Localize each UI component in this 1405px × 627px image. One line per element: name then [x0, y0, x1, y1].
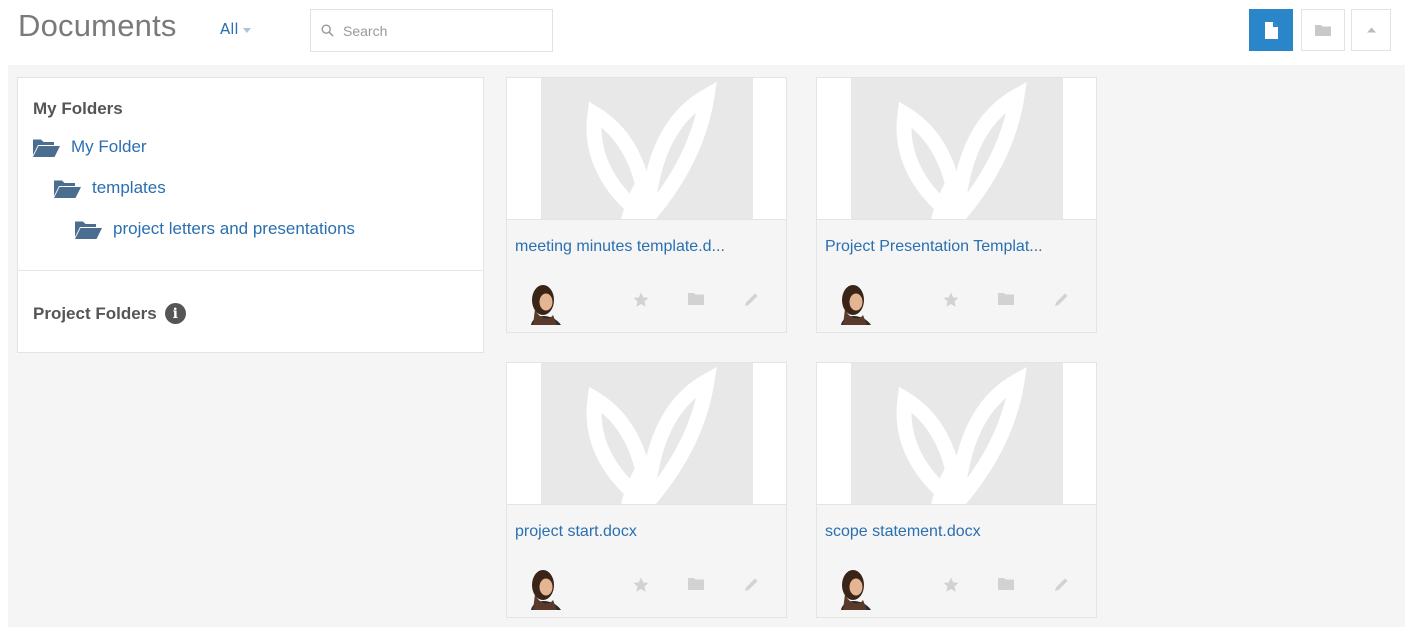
document-card[interactable]: Project Presentation Templat... — [816, 77, 1097, 333]
project-folders-label: Project Folders — [33, 303, 157, 323]
pencil-icon[interactable] — [1053, 577, 1069, 593]
document-thumbnail[interactable] — [507, 363, 786, 505]
open-folder-icon — [75, 221, 102, 239]
document-icon — [1265, 21, 1278, 39]
search-box[interactable] — [310, 9, 553, 52]
pencil-icon[interactable] — [743, 577, 759, 593]
folder-item-project-letters[interactable]: project letters and presentations — [75, 219, 355, 239]
pencil-icon[interactable] — [1053, 292, 1069, 308]
folder-item-templates[interactable]: templates — [54, 178, 166, 198]
folder-icon[interactable] — [688, 292, 704, 305]
avatar — [531, 570, 561, 610]
folder-item-my-folder[interactable]: My Folder — [33, 137, 147, 157]
avatar — [841, 570, 871, 610]
folder-icon[interactable] — [688, 577, 704, 590]
star-icon[interactable] — [633, 577, 649, 593]
avatar — [531, 285, 561, 325]
folder-label: templates — [92, 178, 166, 197]
page-title: Documents — [18, 8, 177, 43]
document-view-button[interactable] — [1249, 9, 1293, 51]
document-card[interactable]: project start.docx — [506, 362, 787, 618]
project-folders-heading: Project Folders i — [33, 303, 186, 324]
document-thumbnail[interactable] — [817, 78, 1096, 220]
document-name[interactable]: meeting minutes template.d... — [515, 238, 777, 256]
document-thumbnail[interactable] — [817, 363, 1096, 505]
top-bar: Documents All — [0, 0, 1405, 62]
my-folders-heading: My Folders — [33, 99, 123, 118]
folder-icon[interactable] — [998, 292, 1014, 305]
document-card[interactable]: scope statement.docx — [816, 362, 1097, 618]
folder-sidebar: My Folders My Folder templates project l… — [17, 77, 484, 353]
document-thumbnail[interactable] — [507, 78, 786, 220]
document-name[interactable]: scope statement.docx — [825, 523, 1087, 541]
open-folder-icon — [33, 139, 60, 157]
caret-up-icon — [1366, 27, 1376, 33]
folder-view-button[interactable] — [1301, 9, 1345, 51]
open-folder-icon — [54, 180, 81, 198]
butterfly-logo-icon — [896, 81, 1027, 219]
search-input[interactable] — [343, 22, 523, 39]
divider — [18, 270, 483, 271]
folder-label: project letters and presentations — [113, 219, 355, 238]
folder-icon[interactable] — [998, 577, 1014, 590]
butterfly-logo-icon — [586, 366, 717, 504]
butterfly-logo-icon — [896, 366, 1027, 504]
star-icon[interactable] — [943, 577, 959, 593]
filter-dropdown[interactable]: All — [220, 20, 251, 38]
caret-down-icon — [242, 27, 251, 33]
info-icon[interactable]: i — [164, 303, 186, 324]
document-card[interactable]: meeting minutes template.d... — [506, 77, 787, 333]
collapse-button[interactable] — [1351, 9, 1391, 51]
document-name[interactable]: Project Presentation Templat... — [825, 238, 1087, 256]
star-icon[interactable] — [943, 292, 959, 308]
search-icon — [321, 24, 334, 37]
avatar — [841, 285, 871, 325]
filter-label: All — [220, 20, 239, 38]
butterfly-logo-icon — [586, 81, 717, 219]
document-name[interactable]: project start.docx — [515, 523, 777, 541]
pencil-icon[interactable] — [743, 292, 759, 308]
folder-icon — [1315, 25, 1331, 36]
star-icon[interactable] — [633, 292, 649, 308]
folder-label: My Folder — [71, 137, 147, 156]
